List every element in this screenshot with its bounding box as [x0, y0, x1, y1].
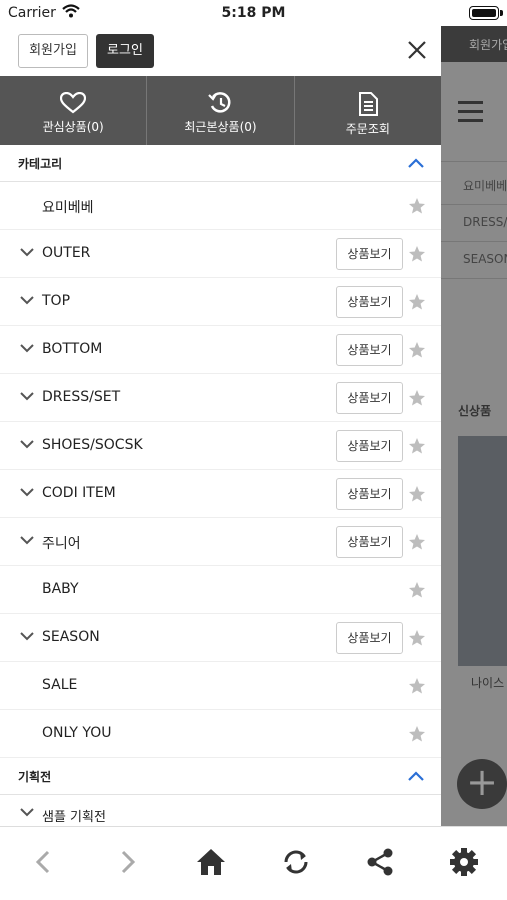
- forward-icon[interactable]: [110, 845, 144, 879]
- chevron-down-icon[interactable]: [20, 631, 34, 641]
- star-icon[interactable]: [408, 245, 426, 263]
- drawer-header: 회원가입 로그인: [0, 26, 441, 76]
- category-section-header[interactable]: 카테고리: [0, 145, 441, 182]
- login-button[interactable]: 로그인: [96, 34, 154, 68]
- category-label: BOTTOM: [42, 341, 103, 357]
- product-image: [458, 436, 507, 666]
- hamburger-icon: [458, 101, 483, 128]
- background-topbar: 회원가입: [441, 26, 507, 62]
- wishlist-label: 관심상품(0): [42, 120, 104, 134]
- category-item[interactable]: DRESS/SET 상품보기: [0, 374, 441, 422]
- status-bar: Carrier 5:18 PM: [0, 0, 507, 26]
- category-list: 요미베베 OUTER 상품보기 TOP 상품보기 BOTTOM 상품보기 DRESS/SET 상…: [0, 182, 441, 758]
- home-icon[interactable]: [194, 845, 228, 879]
- planning-section-header[interactable]: 기획전: [0, 758, 441, 795]
- star-icon[interactable]: [408, 725, 426, 743]
- star-icon[interactable]: [408, 389, 426, 407]
- close-icon[interactable]: [405, 38, 429, 62]
- category-label: BABY: [42, 581, 79, 597]
- category-title: 카테고리: [18, 157, 63, 171]
- category-item[interactable]: 요미베베: [0, 182, 441, 230]
- chevron-down-icon[interactable]: [20, 391, 34, 401]
- background-nav-row: 요미베베: [463, 179, 507, 193]
- star-icon[interactable]: [408, 677, 426, 695]
- category-label: ONLY YOU: [42, 725, 112, 741]
- chevron-down-icon[interactable]: [20, 343, 34, 353]
- category-label: SEASON: [42, 629, 100, 645]
- star-icon[interactable]: [408, 341, 426, 359]
- view-products-button[interactable]: 상품보기: [336, 622, 403, 654]
- bottom-toolbar: [0, 826, 507, 900]
- recent-items-button[interactable]: 최근본상품(0): [147, 76, 295, 145]
- category-item[interactable]: OUTER 상품보기: [0, 230, 441, 278]
- star-icon[interactable]: [408, 437, 426, 455]
- new-products-label: 신상품: [458, 404, 492, 418]
- side-drawer: 회원가입 로그인 관심상품(0) 최근본상품(0) 주문조회 카테고리 요미베베…: [0, 26, 441, 826]
- category-item[interactable]: BOTTOM 상품보기: [0, 326, 441, 374]
- chevron-down-icon[interactable]: [20, 487, 34, 497]
- battery-icon: [469, 6, 499, 20]
- clock: 5:18 PM: [221, 5, 286, 21]
- view-products-button[interactable]: 상품보기: [336, 238, 403, 270]
- category-item[interactable]: ONLY YOU: [0, 710, 441, 758]
- planning-title: 기획전: [18, 770, 52, 784]
- star-icon[interactable]: [408, 485, 426, 503]
- planning-item-label: 샘플 기획전: [42, 810, 106, 825]
- background-page[interactable]: 회원가입 요미베베 DRESS/SET SEASON 신상품 나이스 +: [441, 26, 507, 826]
- category-label: 요미베베: [42, 200, 94, 216]
- category-label: SALE: [42, 677, 78, 693]
- category-item[interactable]: SALE: [0, 662, 441, 710]
- chevron-up-icon[interactable]: [407, 157, 425, 169]
- share-icon[interactable]: [363, 845, 397, 879]
- chevron-down-icon[interactable]: [20, 247, 34, 257]
- heart-icon: [60, 92, 87, 114]
- star-icon[interactable]: [408, 581, 426, 599]
- join-button[interactable]: 회원가입: [18, 34, 88, 68]
- category-label: OUTER: [42, 245, 91, 261]
- category-item[interactable]: TOP 상품보기: [0, 278, 441, 326]
- star-icon[interactable]: [408, 293, 426, 311]
- order-lookup-button[interactable]: 주문조회: [295, 76, 441, 145]
- refresh-icon[interactable]: [279, 845, 313, 879]
- category-label: TOP: [42, 293, 71, 309]
- category-item[interactable]: SEASON 상품보기: [0, 614, 441, 662]
- star-icon[interactable]: [408, 629, 426, 647]
- chevron-down-icon[interactable]: [20, 295, 34, 305]
- category-item[interactable]: BABY: [0, 566, 441, 614]
- view-products-button[interactable]: 상품보기: [336, 430, 403, 462]
- category-label: SHOES/SOCSK: [42, 437, 143, 453]
- plus-icon: +: [457, 759, 507, 809]
- chevron-down-icon[interactable]: [20, 535, 34, 545]
- view-products-button[interactable]: 상품보기: [336, 286, 403, 318]
- battery-tip: [500, 10, 503, 16]
- document-icon: [358, 92, 378, 116]
- star-icon[interactable]: [408, 197, 426, 215]
- star-icon[interactable]: [408, 533, 426, 551]
- planning-item[interactable]: 샘플 기획전: [0, 795, 441, 826]
- category-item[interactable]: SHOES/SOCSK 상품보기: [0, 422, 441, 470]
- chevron-down-icon[interactable]: [20, 439, 34, 449]
- view-products-button[interactable]: 상품보기: [336, 478, 403, 510]
- category-item[interactable]: 주니어 상품보기: [0, 518, 441, 566]
- back-icon[interactable]: [27, 845, 61, 879]
- background-nav-row: SEASON: [463, 252, 507, 266]
- quick-menu: 관심상품(0) 최근본상품(0) 주문조회: [0, 76, 441, 145]
- chevron-down-icon[interactable]: [20, 807, 34, 817]
- view-products-button[interactable]: 상품보기: [336, 526, 403, 558]
- view-products-button[interactable]: 상품보기: [336, 382, 403, 414]
- chevron-up-icon[interactable]: [407, 770, 425, 782]
- wishlist-button[interactable]: 관심상품(0): [0, 76, 148, 145]
- category-item[interactable]: CODI ITEM 상품보기: [0, 470, 441, 518]
- history-icon: [208, 92, 231, 113]
- category-label: CODI ITEM: [42, 485, 116, 501]
- recent-items-label: 최근본상품(0): [184, 120, 257, 134]
- background-nav-row: DRESS/SET: [463, 215, 507, 229]
- category-label: 주니어: [42, 536, 81, 552]
- order-lookup-label: 주문조회: [345, 122, 390, 136]
- settings-icon[interactable]: [447, 845, 481, 879]
- product-name: 나이스: [471, 676, 505, 690]
- view-products-button[interactable]: 상품보기: [336, 334, 403, 366]
- category-label: DRESS/SET: [42, 389, 121, 405]
